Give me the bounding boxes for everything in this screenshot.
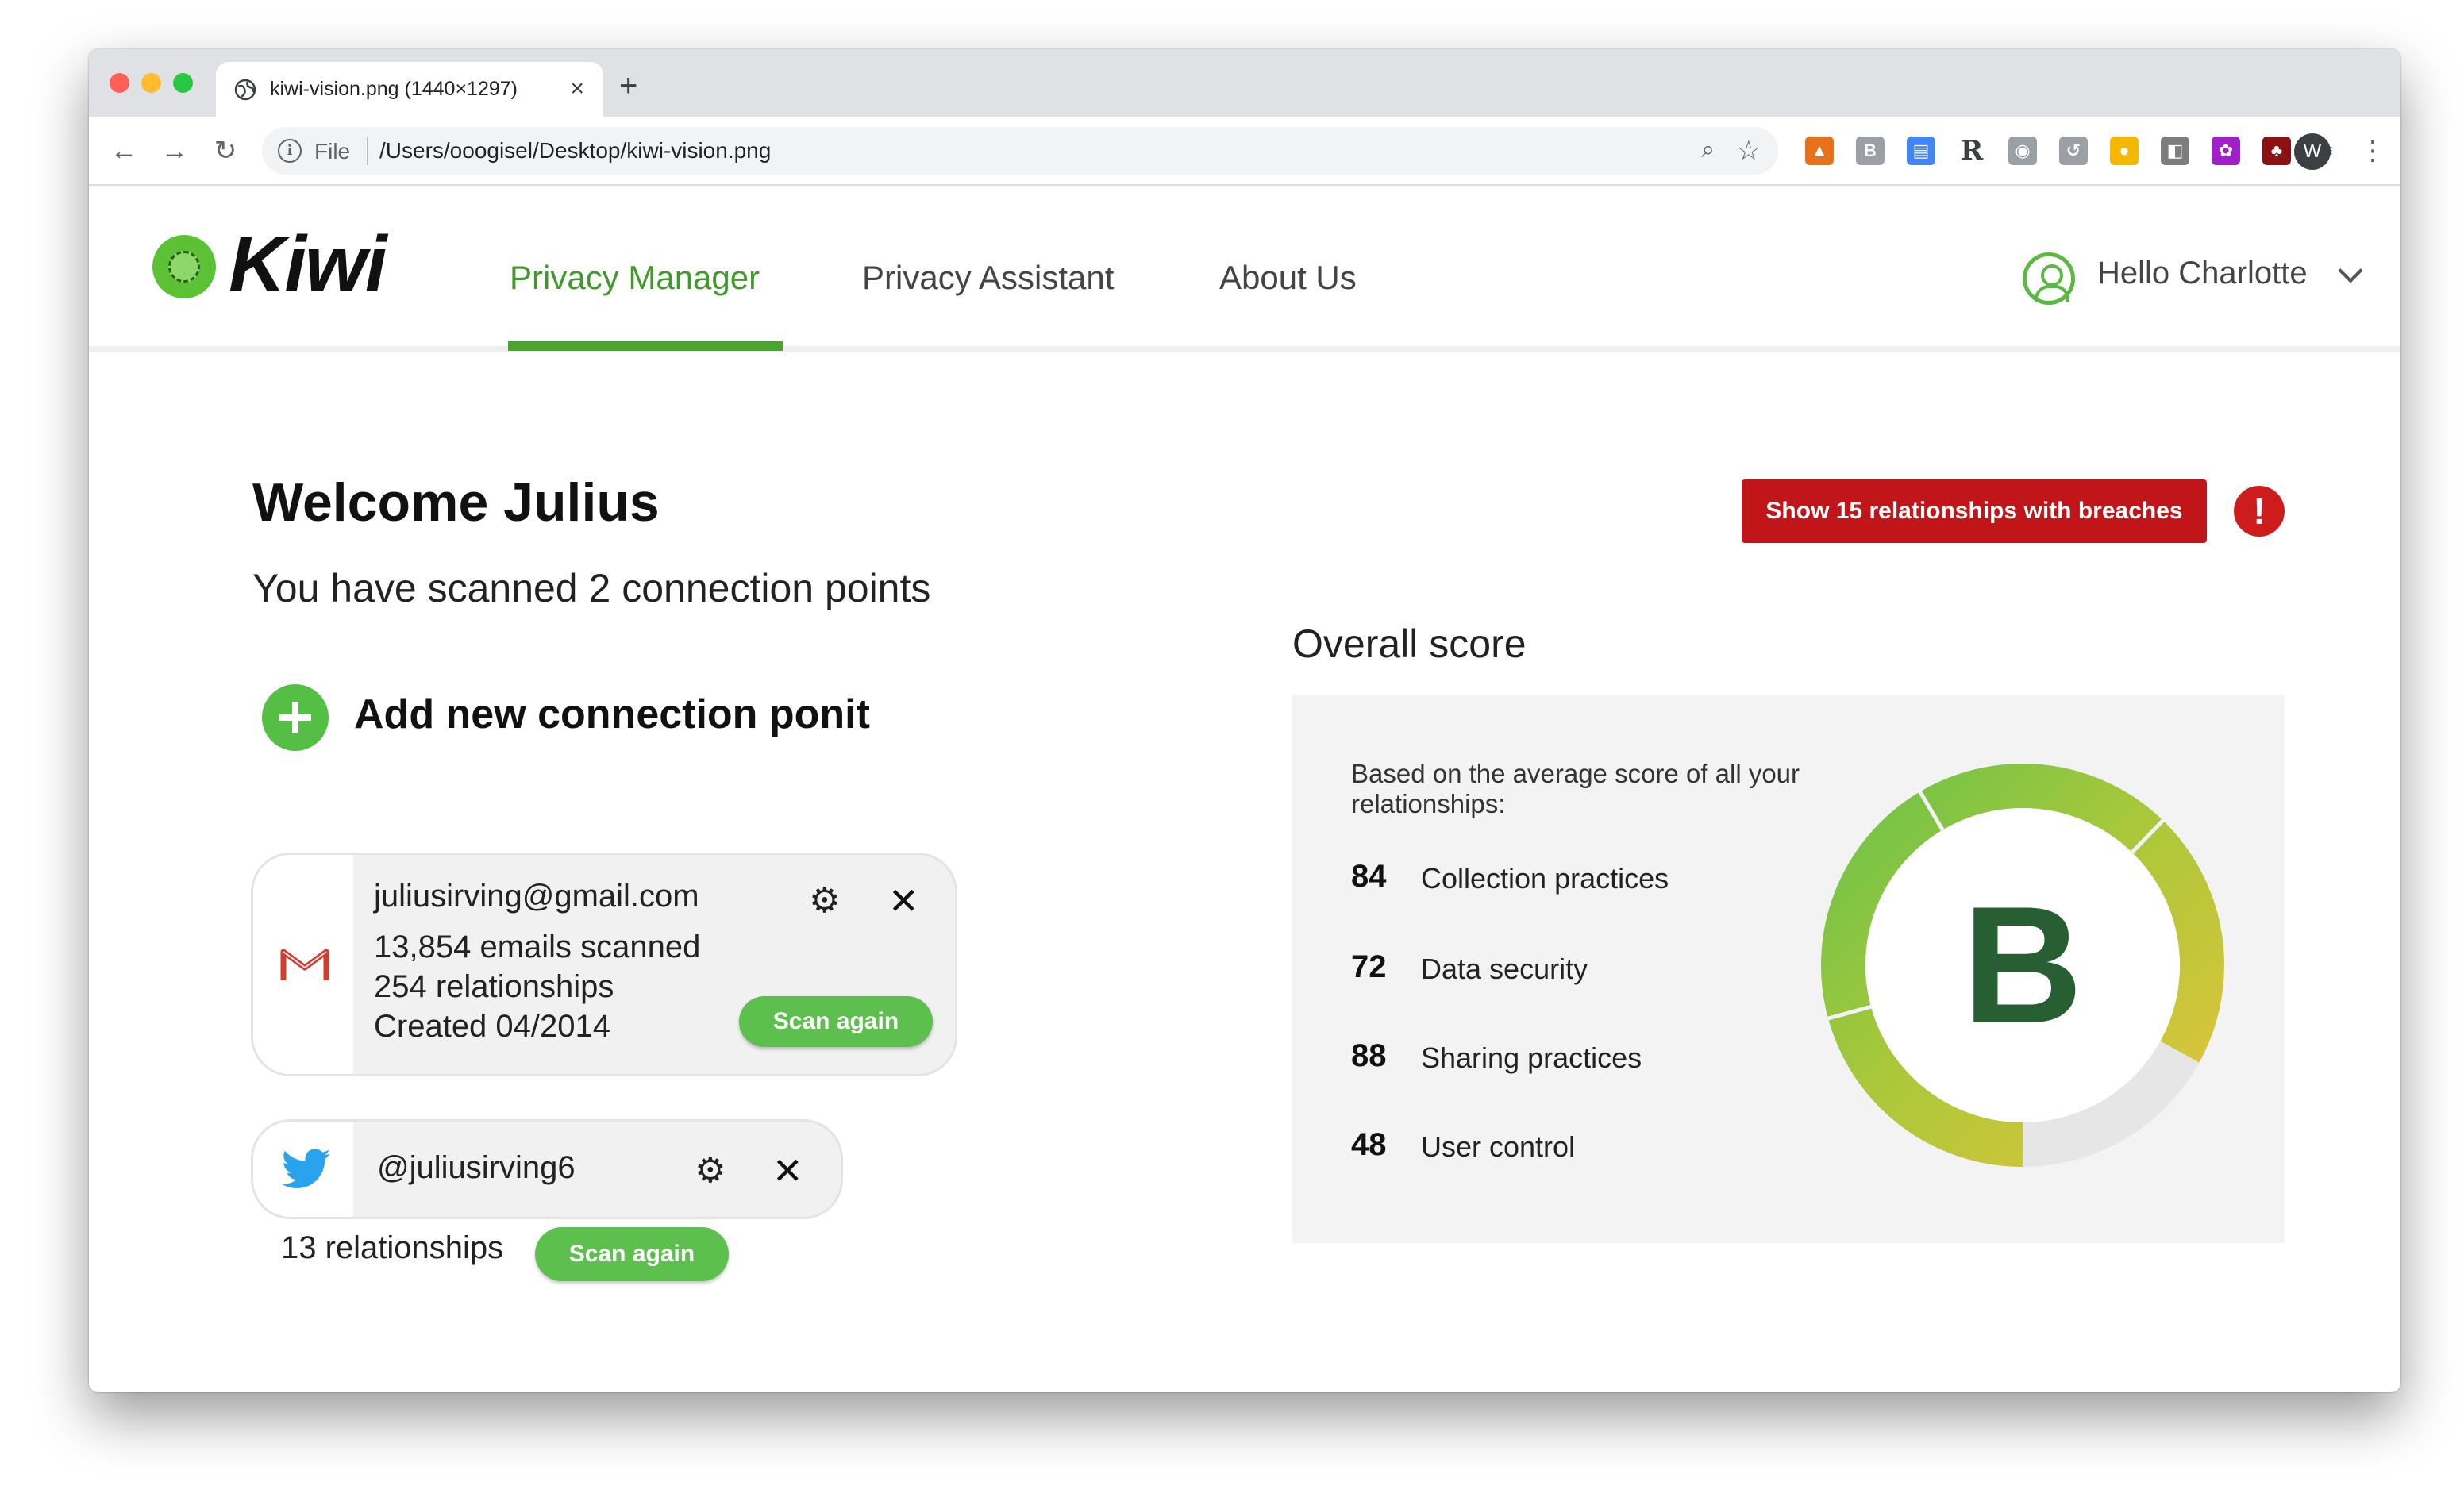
logo-text: Kiwi xyxy=(229,220,387,309)
chevron-down-icon[interactable] xyxy=(2338,258,2363,283)
twitter-handle: @juliusirving6 xyxy=(377,1150,576,1185)
reload-icon[interactable]: ↻ xyxy=(208,133,243,168)
camera-extension-icon[interactable]: ◉ xyxy=(2008,137,2037,165)
gmail-relationships: 254 relationships xyxy=(374,969,614,1004)
chart-extension-icon[interactable]: ▲ xyxy=(1805,137,1834,165)
metric-value: 88 xyxy=(1351,1038,1387,1073)
active-nav-indicator xyxy=(508,341,783,351)
gmail-icon-cell xyxy=(253,855,353,1074)
nav-about-us[interactable]: About Us xyxy=(1219,259,1357,297)
tab-title: kiwi-vision.png (1440×1297) xyxy=(270,78,518,100)
gmail-icon xyxy=(280,949,329,980)
zoom-icon[interactable]: ⌕ xyxy=(1701,137,1715,164)
omnibox-divider xyxy=(367,137,368,165)
twitter-scan-again-button[interactable]: Scan again xyxy=(535,1227,729,1281)
gmail-remove-close-icon[interactable]: ✕ xyxy=(888,883,919,919)
twitter-icon-cell xyxy=(253,1122,353,1217)
kiwi-logo-icon xyxy=(152,235,216,298)
bold-extension-icon[interactable]: B xyxy=(1856,137,1885,165)
minimize-window-button[interactable] xyxy=(141,73,161,93)
tab-close-icon[interactable]: × xyxy=(570,73,584,105)
twitter-relationships: 13 relationships xyxy=(281,1230,504,1265)
metric-label: Sharing practices xyxy=(1421,1041,1642,1074)
profile-avatar[interactable]: W xyxy=(2294,133,2331,170)
history-extension-icon[interactable]: ↺ xyxy=(2059,137,2088,165)
nav-privacy-assistant[interactable]: Privacy Assistant xyxy=(862,259,1114,297)
info-icon[interactable]: i xyxy=(278,139,302,163)
browser-toolbar: ← → ↻ i File /Users/ooogisel/Desktop/kiw… xyxy=(89,117,2400,186)
metric-value: 84 xyxy=(1351,859,1387,894)
scan-summary: You have scanned 2 connection points xyxy=(252,566,931,610)
gmail-address: juliusirving@gmail.com xyxy=(374,879,699,914)
gmail-settings-gear-icon[interactable]: ⚙ xyxy=(809,883,840,918)
page-content: Kiwi Privacy Manager Privacy Assistant A… xyxy=(89,186,2400,1392)
metric-label: Collection practices xyxy=(1421,862,1669,895)
game-extension-icon[interactable]: ♣ xyxy=(2262,137,2291,165)
alert-exclamation-icon: ! xyxy=(2234,486,2285,537)
twitter-remove-close-icon[interactable]: ✕ xyxy=(772,1153,803,1189)
url-text[interactable]: /Users/ooogisel/Desktop/kiwi-vision.png xyxy=(379,138,771,164)
twitter-settings-gear-icon[interactable]: ⚙ xyxy=(695,1153,726,1188)
tab-strip: kiwi-vision.png (1440×1297) × + xyxy=(89,49,2400,117)
gmail-connection-card: juliusirving@gmail.com 13,854 emails sca… xyxy=(251,853,957,1076)
browser-window: kiwi-vision.png (1440×1297) × + ← → ↻ i … xyxy=(89,49,2400,1392)
show-breaches-button[interactable]: Show 15 relationships with breaches xyxy=(1742,479,2207,543)
gmail-created-date: Created 04/2014 xyxy=(374,1009,611,1044)
forward-arrow-icon[interactable]: → xyxy=(157,133,192,168)
add-connection-link[interactable]: Add new connection ponit xyxy=(354,691,870,738)
back-arrow-icon[interactable]: ← xyxy=(106,133,141,168)
score-panel: Based on the average score of all your r… xyxy=(1292,695,2285,1243)
overall-grade: B xyxy=(1962,872,2083,1058)
coin-extension-icon[interactable]: ● xyxy=(2110,137,2139,165)
overall-score-title: Overall score xyxy=(1292,622,1527,666)
scheme-label: File xyxy=(314,139,351,164)
browser-menu-icon[interactable]: ⋮ xyxy=(2359,132,2386,170)
globe-icon xyxy=(234,79,256,101)
new-tab-button[interactable]: + xyxy=(619,70,637,102)
metric-label: User control xyxy=(1421,1130,1576,1163)
user-greeting[interactable]: Hello Charlotte xyxy=(2097,256,2308,291)
emails-scanned: 13,854 emails scanned xyxy=(374,930,701,964)
metric-value: 72 xyxy=(1351,949,1387,984)
site-header: Kiwi Privacy Manager Privacy Assistant A… xyxy=(89,186,2400,352)
metric-label: Data security xyxy=(1421,953,1588,985)
close-window-button[interactable] xyxy=(110,73,129,93)
twitter-connection-card: @juliusirving6 ⚙ ✕ xyxy=(251,1119,843,1219)
maximize-window-button[interactable] xyxy=(173,73,193,93)
square-extension-icon[interactable]: ◧ xyxy=(2161,137,2189,165)
score-description: Based on the average score of all your r… xyxy=(1351,759,1800,818)
page-title: Welcome Julius xyxy=(252,472,660,533)
bookmark-star-icon[interactable]: ☆ xyxy=(1737,135,1761,167)
twitter-bird-icon xyxy=(282,1149,330,1189)
address-bar[interactable]: i File /Users/ooogisel/Desktop/kiwi-visi… xyxy=(262,127,1778,175)
metric-value: 48 xyxy=(1351,1127,1387,1162)
nav-privacy-manager[interactable]: Privacy Manager xyxy=(510,259,760,297)
purple-extension-icon[interactable]: ✿ xyxy=(2212,137,2240,165)
browser-tab[interactable]: kiwi-vision.png (1440×1297) × xyxy=(216,62,603,117)
add-plus-icon[interactable] xyxy=(262,684,329,751)
user-avatar-icon[interactable] xyxy=(2023,252,2075,305)
reader-extension-icon[interactable]: ▤ xyxy=(1907,137,1935,165)
gmail-scan-again-button[interactable]: Scan again xyxy=(739,996,933,1047)
r-extension-icon[interactable]: R xyxy=(1958,137,1986,165)
